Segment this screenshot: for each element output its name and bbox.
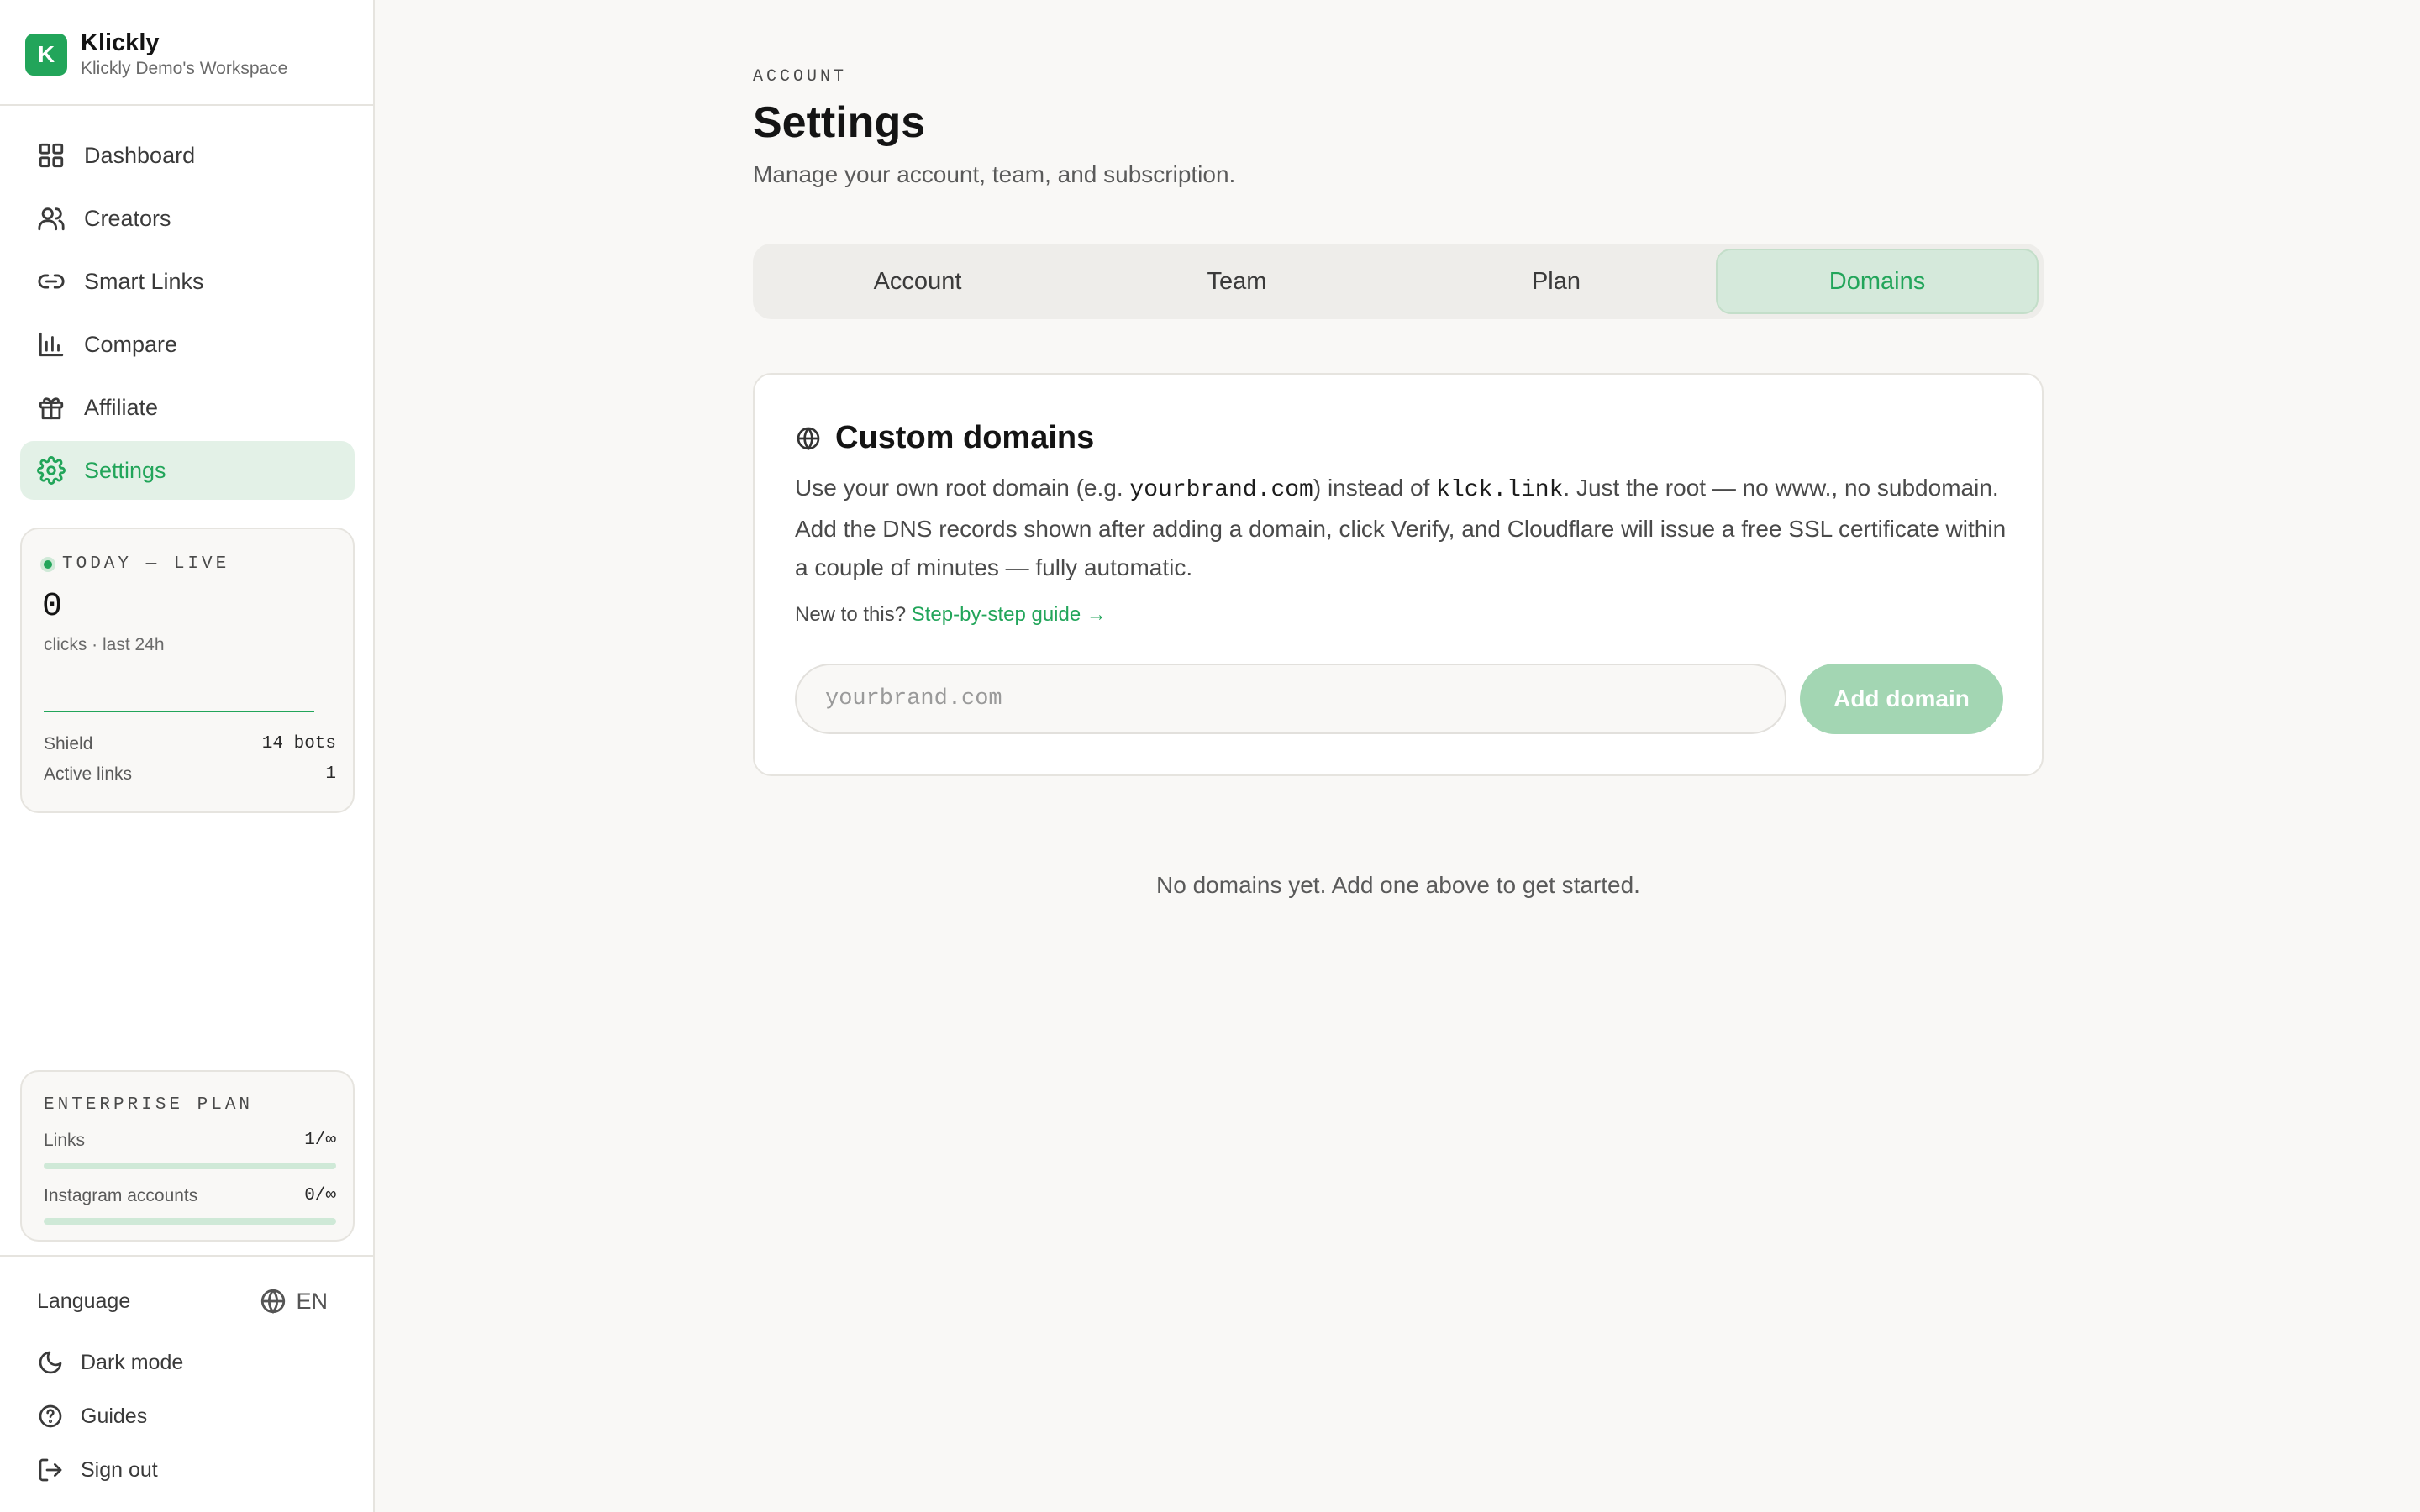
sidebar-nav: Dashboard Creators Smart Links Compare A… [20,126,355,504]
sidebar-item-label: Affiliate [84,394,159,420]
sidebar-item-dashboard[interactable]: Dashboard [20,126,355,185]
bar-chart-icon [35,328,67,360]
shield-label: Shield [44,734,93,753]
panel-title: Custom domains [835,420,1095,455]
live-sparkline [44,711,314,712]
sidebar-item-settings[interactable]: Settings [20,441,355,500]
language-row: Language EN [37,1287,328,1315]
links-usage-label: Links [44,1131,86,1150]
sidebar-divider [0,1255,375,1257]
active-links-label: Active links [44,764,133,784]
live-label: TODAY — LIVE [62,554,230,574]
instagram-usage-value: 0/∞ [304,1186,336,1205]
tab-account[interactable]: Account [758,249,1077,314]
sign-out-button[interactable]: Sign out [37,1457,158,1483]
sidebar-item-label: Compare [84,331,178,357]
links-usage-row: Links 1/∞ [44,1131,336,1151]
custom-domains-panel: Custom domains Use your own root domain … [753,373,2044,776]
sidebar-item-label: Settings [84,457,166,483]
plan-card[interactable]: ENTERPRISE PLAN Links 1/∞ Instagram acco… [20,1070,355,1242]
sidebar-divider [0,104,375,106]
desc-text: ) instead of [1313,475,1437,501]
sidebar-item-smart-links[interactable]: Smart Links [20,252,355,311]
brand-name: Klickly [81,29,160,56]
tab-plan[interactable]: Plan [1397,249,1716,314]
settings-tabs: Account Team Plan Domains [753,244,2044,319]
log-out-icon [39,1458,62,1482]
guides-link[interactable]: Guides [37,1403,147,1430]
instagram-usage-row: Instagram accounts 0/∞ [44,1186,336,1206]
sidebar-item-creators[interactable]: Creators [20,189,355,248]
links-usage-bar [44,1163,336,1169]
shield-row: Shield 14 bots [44,734,336,754]
active-links-value: 1 [325,764,336,784]
live-click-count: 0 [42,588,63,626]
sidebar-item-label: Smart Links [84,268,204,294]
users-icon [35,202,67,234]
moon-icon [39,1351,62,1374]
language-label: Language [37,1289,131,1313]
link-icon [35,265,67,297]
sidebar: K Klickly Klickly Demo's Workspace Dashb… [0,0,375,1512]
live-subtitle: clicks · last 24h [44,635,165,654]
domain-input[interactable] [795,664,1786,734]
dark-mode-label: Dark mode [81,1350,184,1374]
tab-domains[interactable]: Domains [1716,249,2039,314]
globe-icon [797,427,820,450]
globe-icon [261,1289,286,1314]
page-eyebrow: ACCOUNT [753,67,848,87]
page-subtitle: Manage your account, team, and subscript… [753,161,1236,187]
default-domain-code: klck.link [1436,477,1564,503]
links-usage-value: 1/∞ [304,1131,336,1150]
language-value: EN [296,1288,328,1314]
gift-icon [35,391,67,423]
instagram-usage-bar [44,1218,336,1225]
help-circle-icon [39,1404,62,1428]
dark-mode-toggle[interactable]: Dark mode [37,1349,183,1376]
step-by-step-guide-link[interactable]: Step-by-step guide → [912,603,1107,626]
page-title: Settings [753,98,926,147]
language-selector[interactable]: EN [259,1287,328,1315]
active-links-row: Active links 1 [44,764,336,785]
workspace-name: Klickly Demo's Workspace [81,59,288,78]
brand-logo: K [25,34,67,76]
live-stats-card: TODAY — LIVE 0 clicks · last 24h Shield … [20,528,355,813]
sidebar-item-affiliate[interactable]: Affiliate [20,378,355,437]
add-domain-button[interactable]: Add domain [1800,664,2003,734]
sidebar-item-label: Creators [84,205,171,231]
instagram-usage-label: Instagram accounts [44,1186,198,1205]
tab-team[interactable]: Team [1077,249,1397,314]
plan-title: ENTERPRISE PLAN [44,1095,254,1115]
gear-icon [35,454,67,486]
empty-state: No domains yet. Add one above to get sta… [1156,872,1640,898]
example-domain-code: yourbrand.com [1129,477,1313,503]
live-indicator-icon [40,556,55,572]
sidebar-item-label: Dashboard [84,142,196,168]
desc-text: Use your own root domain (e.g. [795,475,1130,501]
panel-description: Use your own root domain (e.g. yourbrand… [795,469,2022,587]
brand[interactable]: K Klickly Klickly Demo's Workspace [25,29,287,81]
shield-value: 14 bots [261,734,336,753]
grid-icon [35,139,67,171]
sidebar-item-compare[interactable]: Compare [20,315,355,374]
guides-label: Guides [81,1404,148,1428]
guide-line: New to this? Step-by-step guide → [795,603,1107,627]
sign-out-label: Sign out [81,1457,158,1482]
guide-prefix: New to this? [795,603,907,626]
